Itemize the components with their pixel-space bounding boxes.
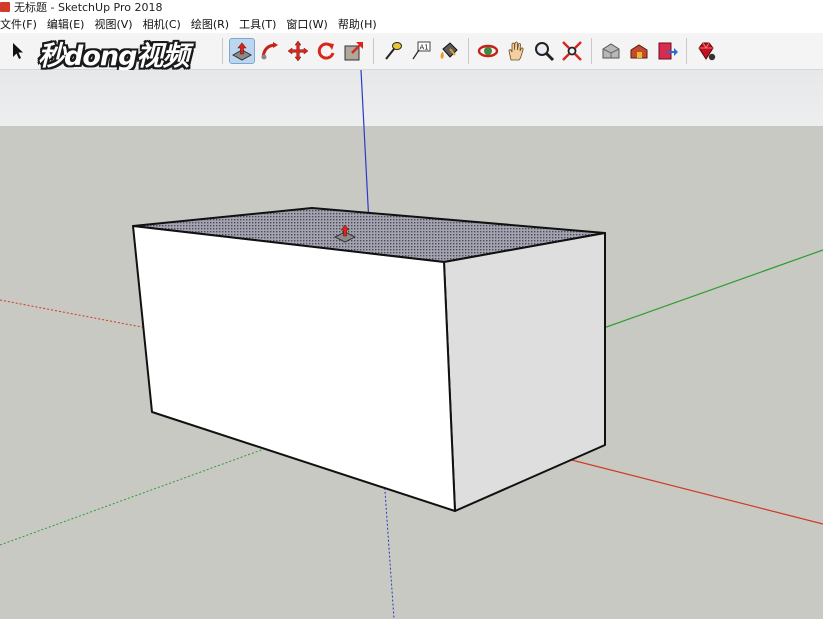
toolbar-separator <box>686 38 687 64</box>
sketchup-app-icon <box>0 2 10 12</box>
zoom-extents-icon <box>562 41 582 61</box>
title-bar: 无标题 - SketchUp Pro 2018 <box>0 0 823 14</box>
svg-text:A1: A1 <box>420 44 429 52</box>
rotate-tool-button[interactable] <box>314 39 338 63</box>
model-viewport[interactable] <box>0 70 823 619</box>
menu-bar: 文件(F) 编辑(E) 视图(V) 相机(C) 绘图(R) 工具(T) 窗口(W… <box>0 14 823 33</box>
video-watermark: 秒dong视频 <box>38 33 220 73</box>
zoom-extents-tool-button[interactable] <box>560 39 584 63</box>
scale-icon <box>344 42 363 61</box>
move-tool-button[interactable] <box>286 39 310 63</box>
zoom-tool-button[interactable] <box>532 39 556 63</box>
pan-hand-icon <box>508 41 524 61</box>
menu-window[interactable]: 窗口(W) <box>286 16 337 32</box>
send-to-layout-button[interactable] <box>655 39 679 63</box>
warehouse-icon <box>602 43 620 59</box>
toolbar-separator <box>468 38 469 64</box>
extension-warehouse-button[interactable] <box>627 39 651 63</box>
select-tool-button[interactable] <box>6 39 30 63</box>
follow-me-tool-button[interactable] <box>258 39 282 63</box>
push-pull-tool-button[interactable] <box>229 38 255 64</box>
send-to-layout-icon <box>658 42 678 60</box>
window-title: 无标题 - SketchUp Pro 2018 <box>14 1 163 14</box>
menu-view[interactable]: 视图(V) <box>94 16 142 32</box>
rotate-icon <box>317 42 335 60</box>
paint-bucket-tool-button[interactable] <box>437 39 461 63</box>
warehouse-button[interactable] <box>599 39 623 63</box>
watermark-logo-text: 秒dong视频 <box>38 40 189 72</box>
tape-measure-icon <box>385 42 402 60</box>
orbit-icon <box>477 44 499 58</box>
push-pull-icon <box>231 42 253 61</box>
orbit-tool-button[interactable] <box>476 39 500 63</box>
ruby-console-button[interactable] <box>694 39 718 63</box>
menu-draw[interactable]: 绘图(R) <box>191 16 239 32</box>
tape-measure-tool-button[interactable] <box>381 39 405 63</box>
text-tool-button[interactable]: A1 <box>409 39 433 63</box>
toolbar-separator <box>591 38 592 64</box>
paint-bucket-icon <box>440 42 458 59</box>
move-icon <box>287 40 309 62</box>
sky <box>0 70 823 126</box>
arrow-cursor-icon <box>13 43 23 59</box>
menu-help[interactable]: 帮助(H) <box>338 16 387 32</box>
menu-camera[interactable]: 相机(C) <box>143 16 191 32</box>
pan-tool-button[interactable] <box>504 39 528 63</box>
ruby-gem-icon <box>698 42 716 61</box>
extension-icon <box>630 44 648 59</box>
toolbar-separator <box>222 38 223 64</box>
zoom-magnifier-icon <box>535 42 555 62</box>
menu-edit[interactable]: 编辑(E) <box>47 16 95 32</box>
menu-tools[interactable]: 工具(T) <box>239 16 286 32</box>
follow-me-icon <box>261 42 278 60</box>
toolbar-separator <box>373 38 374 64</box>
scale-tool-button[interactable] <box>342 39 366 63</box>
menu-file[interactable]: 文件(F) <box>0 16 47 32</box>
text-label-icon: A1 <box>412 41 431 60</box>
